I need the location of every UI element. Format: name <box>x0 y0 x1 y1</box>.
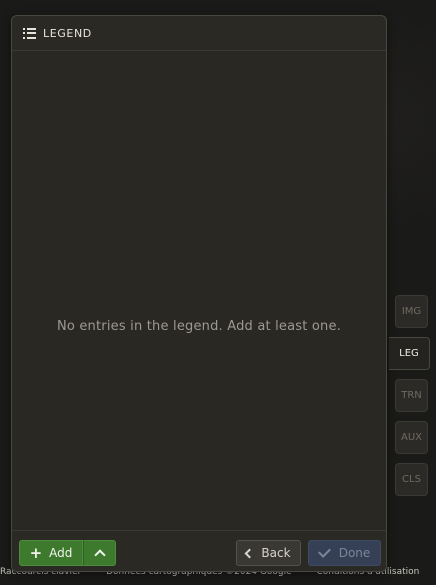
panel-title: LEGEND <box>43 26 92 40</box>
back-button-label: Back <box>261 546 291 560</box>
add-options-toggle[interactable] <box>83 540 116 566</box>
tab-cls[interactable]: CLS <box>395 463 428 496</box>
legend-panel: LEGEND No entries in the legend. Add at … <box>11 15 387 572</box>
plus-icon: + <box>29 543 43 562</box>
done-button-label: Done <box>338 546 371 560</box>
tab-cls-label: CLS <box>402 474 421 485</box>
chevron-left-icon <box>244 548 255 558</box>
tab-aux-label: AUX <box>400 432 422 443</box>
legend-entries-area: No entries in the legend. Add at least o… <box>12 51 386 531</box>
tab-trn[interactable]: TRN <box>395 379 428 412</box>
back-button[interactable]: Back <box>236 540 301 566</box>
panel-footer: + Add Back Done <box>12 530 386 571</box>
tab-img-label: IMG <box>401 306 422 317</box>
add-button-label: Add <box>49 546 73 560</box>
chevron-up-icon <box>93 549 106 561</box>
panel-header: LEGEND <box>12 16 386 51</box>
tab-leg-label: LEG <box>399 348 419 359</box>
empty-legend-message: No entries in the legend. Add at least o… <box>56 319 342 334</box>
add-entry-button[interactable]: + Add <box>19 540 83 566</box>
tab-leg[interactable]: LEG <box>389 337 430 370</box>
tab-img[interactable]: IMG <box>395 295 428 328</box>
tab-aux[interactable]: AUX <box>395 421 428 454</box>
list-icon <box>23 27 36 39</box>
check-icon <box>317 545 331 558</box>
done-button[interactable]: Done <box>308 540 381 566</box>
tab-trn-label: TRN <box>401 390 422 401</box>
